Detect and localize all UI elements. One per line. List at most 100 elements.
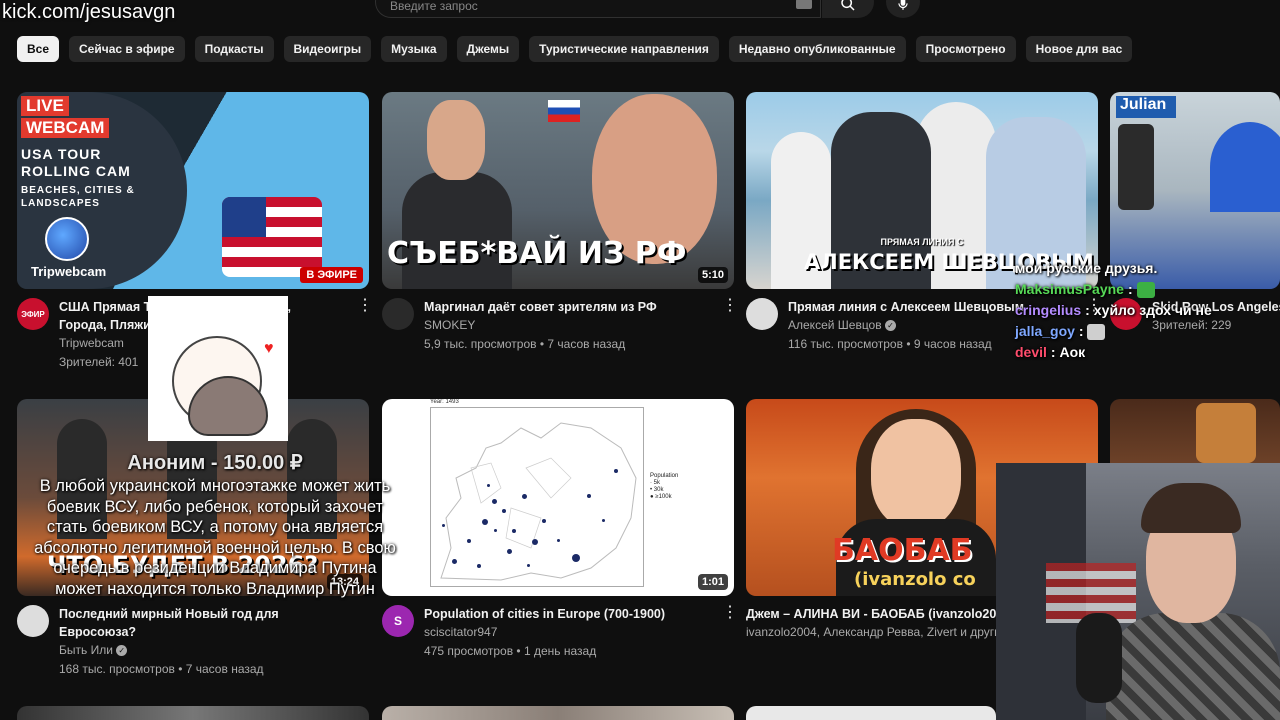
legend-title: Population xyxy=(650,473,679,479)
chip-music[interactable]: Музыка xyxy=(381,36,447,62)
city-dot xyxy=(442,524,445,527)
chip-recent[interactable]: Недавно опубликованные xyxy=(728,36,906,62)
filter-chips: Все Сейчас в эфире Подкасты Видеоигры Му… xyxy=(17,36,1133,62)
donation-message: В любой украинской многоэтажке может жит… xyxy=(34,477,396,598)
chip-watched[interactable]: Просмотрено xyxy=(915,36,1016,62)
thumbnail-text: BEACHES, CITIES & LANDSCAPES xyxy=(21,185,135,209)
city-dot xyxy=(527,564,530,567)
city-dot xyxy=(494,529,497,532)
chip-podcasts[interactable]: Подкасты xyxy=(194,36,274,62)
video-card[interactable]: СЪЕБ*ВАЙ ИЗ РФ 5:10 Маргинал даёт совет … xyxy=(382,92,738,354)
video-thumbnail[interactable]: Year: 1493 Population · 5k • 30k ● ≥100k xyxy=(382,399,734,596)
legend-item: • 30k xyxy=(650,487,664,493)
thumbnail-text: USA TOUR ROLLING CAM xyxy=(21,146,131,179)
city-dot xyxy=(477,564,481,568)
video-title[interactable]: Последний мирный Новый год для xyxy=(59,605,369,623)
duration-badge: 5:10 xyxy=(697,267,728,283)
channel-name[interactable]: sciscitator947 xyxy=(424,623,712,642)
chat-message: MaksimusPayne: xyxy=(1015,279,1280,300)
city-dot xyxy=(502,509,506,513)
search-button[interactable] xyxy=(822,0,874,18)
map-legend: Population · 5k • 30k ● ≥100k xyxy=(650,473,678,501)
city-dot xyxy=(614,469,618,473)
live-badge: В ЭФИРЕ xyxy=(300,267,363,283)
chat-message: cringelius: хуйло здох чи не xyxy=(1015,302,1212,318)
city-dot xyxy=(507,549,512,554)
person-graphic xyxy=(402,172,512,289)
city-dot xyxy=(452,559,457,564)
tent-graphic xyxy=(1210,122,1280,212)
chat-message: мои русские друзья. xyxy=(1015,258,1280,279)
video-thumbnail[interactable] xyxy=(746,706,996,720)
city-dot xyxy=(467,539,471,543)
person-graphic xyxy=(1141,483,1241,533)
chip-games[interactable]: Видеоигры xyxy=(283,36,372,62)
video-thumbnail[interactable] xyxy=(17,706,369,720)
city-dot xyxy=(557,539,560,542)
city-dot xyxy=(487,484,490,487)
chip-all[interactable]: Все xyxy=(17,36,60,62)
city-dot xyxy=(532,539,538,545)
video-thumbnail[interactable]: СЪЕБ*ВАЙ ИЗ РФ 5:10 xyxy=(382,92,734,289)
legend-item: · 5k xyxy=(650,480,661,486)
channel-avatar[interactable] xyxy=(17,605,49,637)
city-dot xyxy=(522,494,527,499)
more-options-icon[interactable]: ⋮ xyxy=(357,298,373,372)
verified-icon: ✓ xyxy=(116,645,128,657)
channel-avatar[interactable] xyxy=(746,298,778,330)
city-dot xyxy=(587,494,591,498)
channel-avatar[interactable]: ЭФИР xyxy=(17,298,49,330)
channel-name[interactable]: SMOKEY xyxy=(424,316,712,335)
channel-name-text[interactable]: Алексей Шевцов xyxy=(788,318,882,332)
legend-label: 30k xyxy=(653,487,664,493)
thumbnail-caption: ПРЯМАЯ ЛИНИЯ С xyxy=(880,237,964,247)
city-dot xyxy=(602,519,605,522)
thumbnail-text: WEBCAM xyxy=(21,118,110,138)
channel-name-text[interactable]: Быть Или xyxy=(59,643,113,657)
streamer-webcam xyxy=(996,463,1280,720)
legend-label: ≥100k xyxy=(655,494,672,500)
chat-username: devil xyxy=(1015,344,1047,360)
chat-text: хуйло здох чи не xyxy=(1093,302,1212,318)
video-stats: 168 тыс. просмотров • 7 часов назад xyxy=(59,662,264,676)
channel-avatar[interactable]: S xyxy=(382,605,414,637)
flag-graphic xyxy=(222,197,266,237)
more-options-icon[interactable]: ⋮ xyxy=(722,298,738,354)
chat-overlay: мои русские друзья. MaksimusPayne: cring… xyxy=(1015,258,1280,363)
video-card[interactable]: Year: 1493 Population · 5k • 30k ● ≥100k xyxy=(382,399,738,661)
street-sign: Julian xyxy=(1116,96,1176,118)
city-dot xyxy=(542,519,546,523)
europe-map xyxy=(430,407,644,587)
chip-live[interactable]: Сейчас в эфире xyxy=(69,36,185,62)
voice-search-button[interactable] xyxy=(886,0,920,18)
city-dot xyxy=(512,529,516,533)
microphone-icon xyxy=(898,0,908,10)
video-title[interactable]: Population of cities in Europe (700-1900… xyxy=(424,605,712,623)
chip-travel[interactable]: Туристические направления xyxy=(529,36,719,62)
keyboard-icon[interactable] xyxy=(796,0,812,9)
thumbnail-text: LIVE xyxy=(21,96,69,116)
donation-alert: Аноним - 150.00 ₽ В любой украинской мно… xyxy=(30,450,400,599)
channel-avatar[interactable] xyxy=(382,298,414,330)
channel-name[interactable]: Быть Или ✓ xyxy=(59,641,369,660)
emote-icon xyxy=(1136,282,1155,299)
chat-message: jalla_goy: xyxy=(1015,321,1280,342)
search-input[interactable]: Введите запрос xyxy=(390,0,478,13)
globe-icon xyxy=(45,217,89,261)
chip-new[interactable]: Новое для вас xyxy=(1025,36,1133,62)
video-thumbnail[interactable]: LIVE WEBCAM USA TOUR ROLLING CAM BEACHES… xyxy=(17,92,369,289)
legend-label: 5k xyxy=(653,480,661,486)
person-graphic xyxy=(1106,613,1280,720)
heart-icon: ♥ xyxy=(264,340,274,357)
video-title[interactable]: Маргинал даёт совет зрителям из РФ xyxy=(424,298,712,316)
video-thumbnail[interactable] xyxy=(382,706,734,720)
flag-graphic xyxy=(548,100,580,122)
verified-icon: ✓ xyxy=(884,320,896,332)
chat-username: MaksimusPayne xyxy=(1015,281,1124,297)
person-graphic xyxy=(871,419,961,529)
video-title-line2[interactable]: Евросоюза? xyxy=(59,623,369,641)
search-box[interactable]: Введите запрос xyxy=(375,0,821,18)
traffic-light-graphic xyxy=(1118,124,1154,210)
thumbnail-caption: СЪЕБ*ВАЙ ИЗ РФ xyxy=(387,236,687,271)
chip-jams[interactable]: Джемы xyxy=(456,36,520,62)
